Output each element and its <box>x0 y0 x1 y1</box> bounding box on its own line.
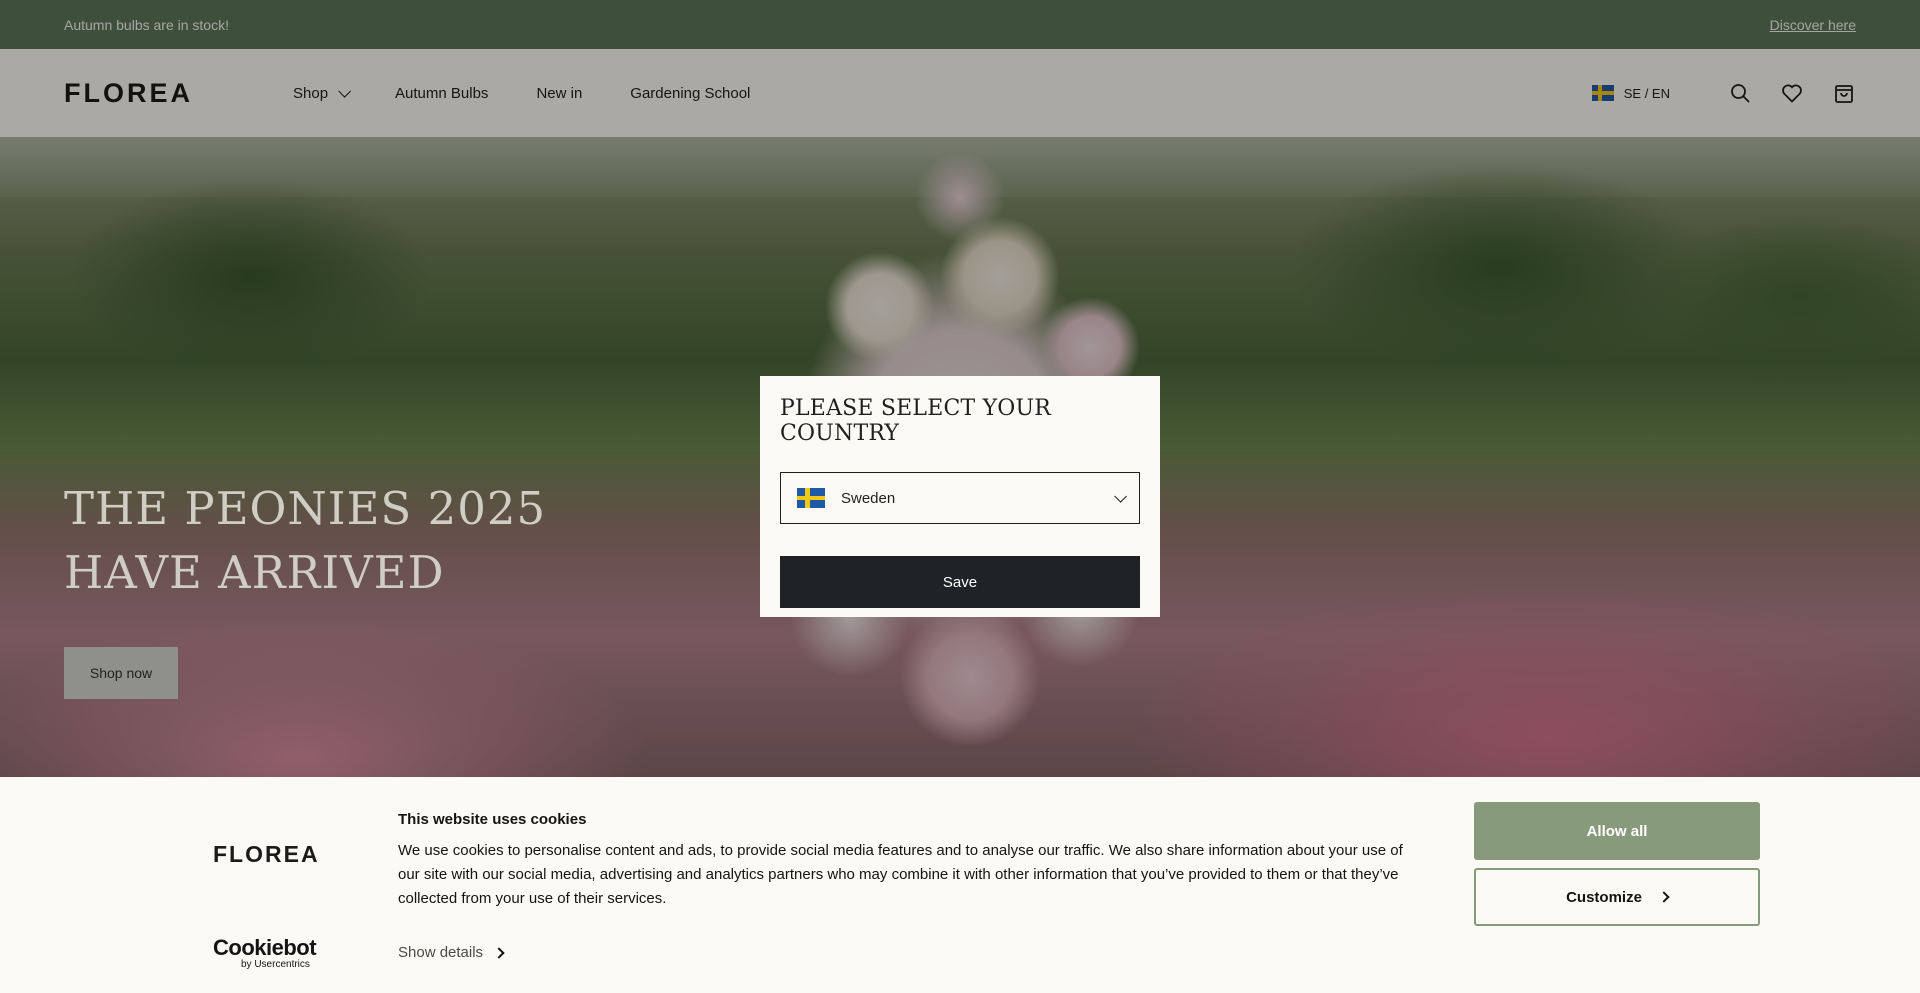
cookiebot-logo[interactable]: Cookiebot by Usercentrics <box>213 935 317 971</box>
country-select-value: Sweden <box>841 489 896 507</box>
allow-all-button[interactable]: Allow all <box>1474 802 1760 860</box>
save-button[interactable]: Save <box>780 556 1140 608</box>
show-details-link[interactable]: Show details <box>398 944 505 961</box>
hero-title: THE PEONIES 2025 HAVE ARRIVED <box>64 482 547 599</box>
cookie-banner: FLOREA Cookiebot by Usercentrics This we… <box>0 777 1920 993</box>
cookie-banner-logo: FLOREA <box>213 841 320 867</box>
country-modal: PLEASE SELECT YOUR COUNTRY Sweden Save <box>760 376 1160 617</box>
page-dim-overlay <box>0 0 1920 137</box>
cookie-title: This website uses cookies <box>398 811 587 828</box>
country-select[interactable]: Sweden <box>780 472 1140 524</box>
customize-label: Customize <box>1566 888 1642 906</box>
show-details-label: Show details <box>398 944 484 961</box>
shop-now-button[interactable]: Shop now <box>64 647 178 699</box>
chevron-right-icon <box>1658 891 1670 903</box>
modal-title: PLEASE SELECT YOUR COUNTRY <box>780 396 1052 446</box>
sweden-flag-icon <box>797 488 825 508</box>
chevron-down-icon <box>1114 489 1127 503</box>
cookie-text: We use cookies to personalise content an… <box>398 842 1403 907</box>
cookiebot-logo-sub: by Usercentrics <box>241 959 310 970</box>
chevron-right-icon <box>493 946 505 959</box>
cookiebot-logo-text: Cookiebot <box>213 935 317 960</box>
customize-button[interactable]: Customize <box>1474 868 1760 926</box>
